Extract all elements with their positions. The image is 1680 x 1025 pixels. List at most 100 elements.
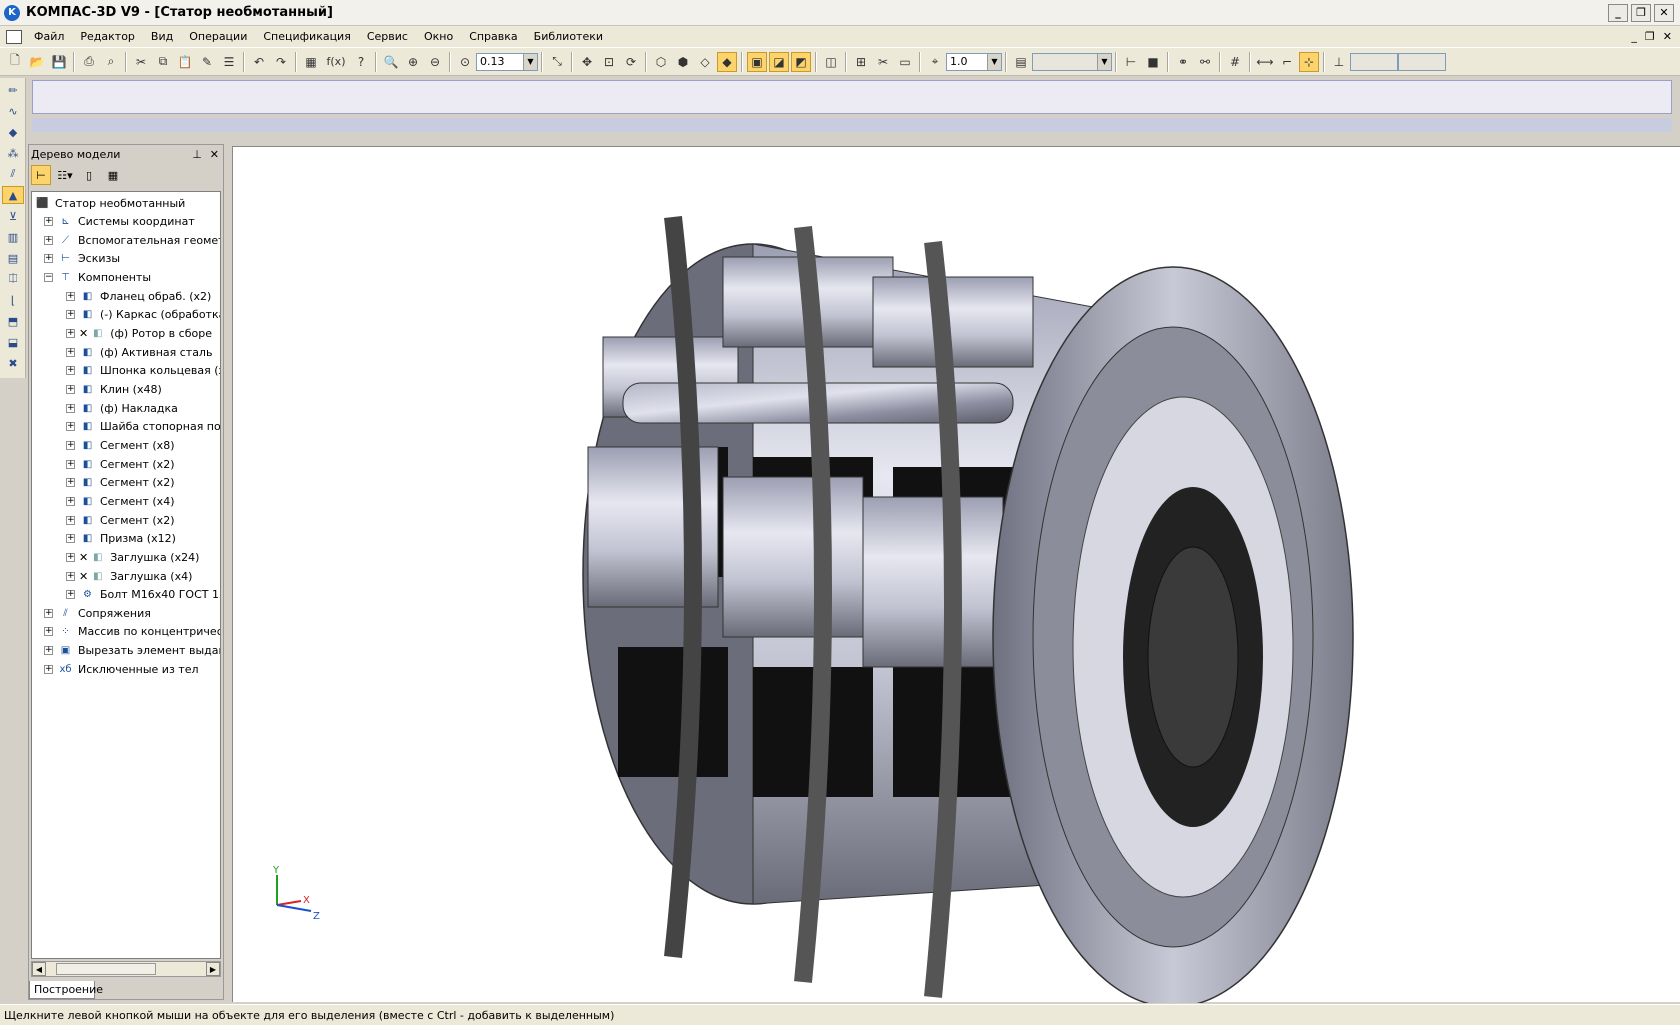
section-icon[interactable]: ◫: [821, 52, 841, 72]
expand-icon[interactable]: +: [66, 385, 75, 394]
tree-node[interactable]: + ◧ Сегмент (x2): [66, 455, 174, 473]
tree-node[interactable]: + ◧ Сегмент (x2): [66, 474, 174, 492]
redo-icon[interactable]: ↷: [271, 52, 291, 72]
chevron-down-icon[interactable]: ▼: [523, 53, 537, 70]
expand-icon[interactable]: +: [66, 329, 75, 339]
tree-horizontal-scrollbar[interactable]: ◀ ▶: [31, 961, 221, 977]
expand-icon[interactable]: +: [66, 590, 75, 600]
expand-icon[interactable]: +: [44, 627, 53, 637]
minimize-button[interactable]: _: [1608, 3, 1628, 22]
help-pointer-icon[interactable]: ?: [351, 52, 371, 72]
new-document-icon[interactable]: 🗋: [5, 52, 25, 72]
pan-icon[interactable]: ✥: [577, 52, 597, 72]
cut-icon[interactable]: ✂: [131, 52, 151, 72]
chevron-down-icon[interactable]: ▼: [1097, 53, 1111, 70]
zoom-window-icon[interactable]: 🔍: [381, 52, 401, 72]
model-viewport[interactable]: Y X Z: [232, 146, 1680, 1008]
tree-relations-icon[interactable]: ▦: [103, 165, 123, 185]
doc-minimize-button[interactable]: _: [1631, 30, 1637, 43]
display-icon[interactable]: ▭: [895, 52, 915, 72]
link-icon[interactable]: ⚭: [1173, 52, 1193, 72]
document-icon[interactable]: [6, 29, 22, 44]
tree-node[interactable]: + ◧ Сегмент (x8): [66, 436, 174, 454]
tree-node[interactable]: + хб Исключенные из тел: [44, 660, 199, 678]
properties-icon[interactable]: ✎: [197, 52, 217, 72]
scroll-right-icon[interactable]: ▶: [206, 962, 220, 976]
halftone-edges-icon[interactable]: ▣: [747, 51, 767, 72]
cutting-icon[interactable]: ✂: [873, 52, 893, 72]
tree-node[interactable]: + ◧ Сегмент (x2): [66, 511, 174, 529]
variables-icon[interactable]: ▦: [301, 52, 321, 72]
tree-node[interactable]: + ◧ Клин (x48): [66, 381, 162, 399]
tree-node[interactable]: + ◧ Сегмент (x4): [66, 492, 174, 510]
empty-field[interactable]: [1350, 52, 1398, 71]
menu-window[interactable]: Окно: [416, 30, 461, 43]
expand-icon[interactable]: +: [66, 291, 75, 301]
tree-node[interactable]: + ◧ Фланец обраб. (x2): [66, 287, 211, 305]
tree-node[interactable]: + ⁘ Массив по концентрическо: [44, 623, 220, 641]
expand-icon[interactable]: +: [66, 310, 75, 320]
expand-icon[interactable]: +: [66, 422, 75, 432]
step-line-icon[interactable]: ⌐: [1277, 52, 1297, 72]
expand-icon[interactable]: +: [66, 440, 75, 450]
arrays-icon[interactable]: ⁂: [2, 144, 24, 162]
menu-editor[interactable]: Редактор: [72, 30, 143, 43]
expand-icon[interactable]: +: [66, 552, 75, 562]
tree-node[interactable]: + ✕ ◧ Заглушка (x4): [66, 567, 192, 585]
expand-icon[interactable]: +: [44, 235, 53, 245]
tree-node-icon[interactable]: ⊢: [1121, 52, 1141, 72]
body-icon[interactable]: ■: [1143, 52, 1163, 72]
reports-icon[interactable]: ⎅: [2, 270, 24, 288]
tree-separate-window-icon[interactable]: ▯: [79, 165, 99, 185]
tree-node[interactable]: + ⫽ Сопряжения: [44, 604, 151, 622]
expand-icon[interactable]: +: [44, 254, 53, 264]
expand-icon[interactable]: +: [66, 347, 75, 357]
undo-icon[interactable]: ↶: [249, 52, 269, 72]
expand-icon[interactable]: +: [44, 608, 53, 618]
tree-node[interactable]: + ⊢ Эскизы: [44, 250, 120, 268]
step-combo[interactable]: 1.0 ▼: [946, 52, 1002, 71]
tree-node[interactable]: ⬛ Статор необмотанный: [34, 194, 185, 212]
tree-node[interactable]: + ◧ Призма (x12): [66, 530, 176, 548]
paste-icon[interactable]: 📋: [175, 52, 195, 72]
tree-node[interactable]: + ✕ ◧ (ф) Ротор в сборе: [66, 325, 212, 343]
specification-icon[interactable]: ▤: [2, 249, 24, 267]
hatch-icon[interactable]: #: [1225, 52, 1245, 72]
tree-node[interactable]: + ◧ (ф) Активная сталь: [66, 343, 212, 361]
elements-icon[interactable]: ⬒: [2, 312, 24, 330]
menu-service[interactable]: Сервис: [359, 30, 416, 43]
tree-node[interactable]: − ⊤ Компоненты: [44, 269, 151, 287]
assembly-tools-icon[interactable]: ▲: [2, 186, 24, 204]
save-icon[interactable]: 💾: [49, 52, 69, 72]
tree-node[interactable]: + ▣ Вырезать элемент выдавл: [44, 642, 220, 660]
zoom-out-icon[interactable]: ⊖: [425, 52, 445, 72]
collapse-icon[interactable]: −: [44, 273, 53, 283]
thin-lines-icon[interactable]: ◇: [695, 52, 715, 72]
menu-operations[interactable]: Операции: [181, 30, 255, 43]
empty-field-2[interactable]: [1398, 52, 1446, 71]
fx-button[interactable]: f(x): [323, 52, 349, 72]
expand-icon[interactable]: +: [44, 646, 53, 656]
list-icon[interactable]: ☰: [219, 52, 239, 72]
scroll-left-icon[interactable]: ◀: [32, 962, 46, 976]
menu-specification[interactable]: Спецификация: [255, 30, 358, 43]
shaded-icon[interactable]: ◩: [791, 51, 811, 72]
expand-icon[interactable]: +: [66, 403, 75, 413]
diagnostics-icon[interactable]: ✖: [2, 354, 24, 372]
copy-icon[interactable]: ⧉: [153, 52, 173, 72]
expand-icon[interactable]: +: [44, 664, 53, 674]
expand-icon[interactable]: +: [66, 459, 75, 469]
open-icon[interactable]: 📂: [27, 52, 47, 72]
rotate-icon[interactable]: ⟳: [621, 52, 641, 72]
layer-icon[interactable]: ▤: [1011, 52, 1031, 72]
layer-combo[interactable]: ▼: [1032, 52, 1112, 71]
zoom-in-icon[interactable]: ⊕: [403, 52, 423, 72]
chevron-down-icon[interactable]: ▼: [987, 53, 1001, 70]
expand-icon[interactable]: +: [66, 515, 75, 525]
expand-icon[interactable]: +: [44, 217, 53, 227]
tree-node[interactable]: + ⊾ Системы координат: [44, 213, 195, 231]
expand-icon[interactable]: +: [66, 534, 75, 544]
tree-node[interactable]: + ✕ ◧ Заглушка (x24): [66, 548, 199, 566]
menu-file[interactable]: Файл: [26, 30, 72, 43]
fit-all-icon[interactable]: ⊡: [599, 52, 619, 72]
